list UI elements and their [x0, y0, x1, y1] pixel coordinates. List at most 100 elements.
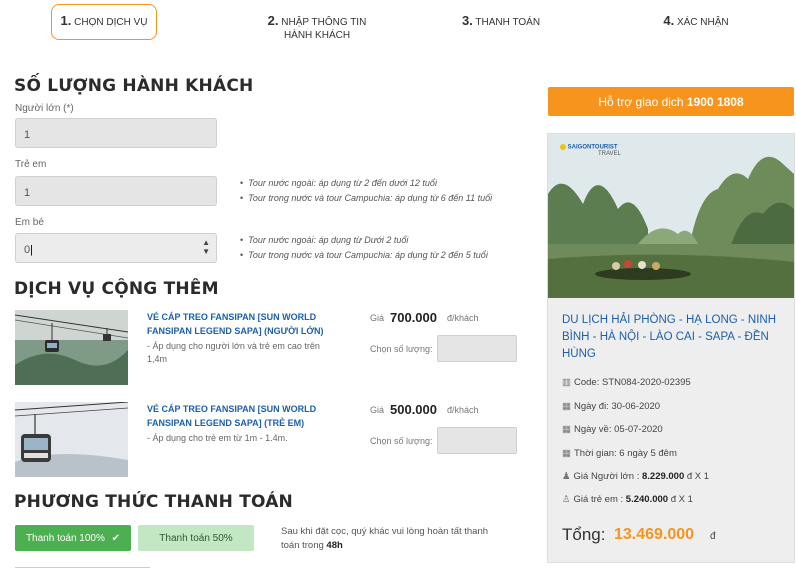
adult-price-value: 8.229.000	[641, 471, 685, 482]
adult-count-value: 1	[24, 129, 31, 141]
duration-value: 6 ngày 5 đêm	[619, 448, 677, 459]
extra-1-price: 700.000	[390, 310, 437, 325]
payment-heading: PHƯƠNG THỨC THANH TOÁN	[14, 492, 293, 512]
adult-price: ♟ Giá Người lớn : 8.229.000 đ X 1	[562, 471, 709, 482]
child-note-domestic: Tour trong nước và tour Campuchia: áp dụ…	[240, 191, 492, 206]
child-icon: ♙	[562, 494, 571, 505]
passengers-heading: SỐ LƯỢNG HÀNH KHÁCH	[14, 76, 254, 96]
child-label: Trẻ em	[15, 159, 47, 170]
logo-text: SAIGONTOURIST	[567, 144, 618, 151]
extra-1-price-label: Giá	[370, 313, 385, 323]
pay-full-label: Thanh toán 100%	[25, 533, 105, 544]
extra-1-qty-label: Chọn số lượng:	[370, 344, 433, 354]
child-age-notes: Tour nước ngoài: áp dụng từ 2 đến dưới 1…	[240, 176, 492, 206]
extra-1-qty-input[interactable]	[437, 335, 517, 362]
stepper-arrows-icon[interactable]: ▲ ▼	[202, 238, 210, 256]
adult-icon: ♟	[562, 471, 571, 482]
extra-2-desc-line1: - Áp dụng cho trẻ em từ 1m - 1.4m.	[147, 433, 288, 443]
step-label: NHẬP THÔNG TIN	[281, 17, 367, 28]
step-choose-service[interactable]: 1. CHỌN DỊCH VỤ	[51, 4, 157, 40]
extra-1-desc: - Áp dụng cho người lớn và trẻ em cao tr…	[147, 340, 320, 366]
infant-note-foreign: Tour nước ngoài: áp dụng từ Dưới 2 tuổi	[240, 233, 488, 248]
depart-value: 30-06-2020	[611, 401, 661, 412]
step-label: XÁC NHẬN	[676, 17, 729, 28]
step-payment[interactable]: 3. THANH TOÁN	[455, 14, 547, 50]
booking-steps: 1. CHỌN DỊCH VỤ 2. NHẬP THÔNG TIN HÀNH K…	[0, 0, 796, 48]
payment-note: Sau khi đặt cọc, quý khác vui lòng hoàn …	[281, 525, 488, 553]
divider	[15, 567, 150, 568]
return-date: ▦ Ngày về: 05-07-2020	[562, 424, 663, 435]
extra-2-unit: đ/khách	[447, 405, 479, 415]
calendar-icon: ▦	[562, 424, 571, 435]
adult-count-input[interactable]: 1	[15, 118, 217, 148]
code-value: STN084-2020-02395	[601, 377, 691, 388]
extra-2-title-line2: FANSIPAN LEGEND SAPA] (TRẺ EM)	[147, 418, 305, 428]
step-number: 2.	[267, 13, 279, 28]
step-passenger-info[interactable]: 2. NHẬP THÔNG TIN HÀNH KHÁCH	[258, 14, 376, 50]
infant-note-domestic: Tour trong nước và tour Campuchia: áp dụ…	[240, 248, 488, 263]
hotline-button[interactable]: Hỗ trợ giao dịch 1900 1808	[548, 87, 794, 116]
hotline-number: 1900 1808	[686, 95, 744, 109]
step-label: THANH TOÁN	[475, 17, 541, 28]
total-label: Tổng:	[562, 525, 606, 544]
extra-2-qty-label: Chọn số lượng:	[370, 436, 433, 446]
depart-date: ▦ Ngày đi: 30-06-2020	[562, 401, 660, 412]
payment-deadline: 48h	[326, 540, 343, 551]
pay-half-label: Thanh toán 50%	[159, 533, 233, 544]
extra-2-price-label: Giá	[370, 405, 385, 415]
adult-price-label: Giá Người lớn :	[573, 471, 642, 482]
duration-label: Thời gian:	[573, 448, 620, 459]
step-label-line2: HÀNH KHÁCH	[283, 30, 351, 41]
payment-note-line1: Sau khi đặt cọc, quý khác vui lòng hoàn …	[281, 526, 489, 537]
tour-title[interactable]: DU LỊCH HẢI PHÒNG - HẠ LONG - NINH BÌNH …	[562, 312, 784, 363]
duration: ▦ Thời gian: 6 ngày 5 đêm	[562, 448, 677, 459]
child-price: ♙ Giá trẻ em : 5.240.000 đ X 1	[562, 494, 693, 505]
adult-label: Người lớn (*)	[15, 103, 74, 114]
return-value: 05-07-2020	[614, 424, 663, 435]
step-number: 1.	[60, 13, 72, 28]
extra-1-desc-line1: - Áp dụng cho người lớn và trẻ em cao tr…	[147, 341, 320, 351]
cable-car-child-image	[15, 402, 128, 477]
infant-count-input[interactable]: 0| ▲ ▼	[15, 233, 217, 263]
step-number: 4.	[663, 13, 675, 28]
total-value: 13.469.000	[614, 526, 695, 543]
child-price-label: Giá trẻ em :	[573, 494, 626, 505]
extra-1-title-line1: VÉ CÁP TREO FANSIPAN [SUN WORLD	[147, 312, 317, 322]
extra-2-title-line1: VÉ CÁP TREO FANSIPAN [SUN WORLD	[147, 404, 317, 414]
infant-label: Em bé	[15, 217, 44, 228]
cable-car-adult-image	[15, 310, 128, 385]
depart-label: Ngày đi:	[573, 401, 612, 412]
extra-2-price: 500.000	[390, 402, 437, 417]
payment-note-line2: toán trong	[281, 540, 327, 551]
child-count-value: 1	[24, 187, 31, 199]
child-price-suffix: đ X 1	[668, 494, 693, 505]
extra-1-unit: đ/khách	[447, 313, 479, 323]
check-icon: ✔	[111, 533, 121, 544]
extra-1-desc-line2: 1,4m	[147, 354, 168, 364]
step-confirm[interactable]: 4. XÁC NHẬN	[655, 14, 737, 50]
pay-half-button[interactable]: Thanh toán 50%	[138, 525, 254, 551]
infant-age-notes: Tour nước ngoài: áp dụng từ Dưới 2 tuổi …	[240, 233, 488, 263]
tour-image: SAIGONTOURIST TRAVEL	[548, 134, 794, 298]
hotline-text: Hỗ trợ giao dịch	[598, 95, 687, 109]
pay-full-button[interactable]: Thanh toán 100% ✔	[15, 525, 131, 551]
step-label: CHỌN DỊCH VỤ	[74, 17, 148, 28]
code-label: Code:	[573, 377, 602, 388]
child-price-value: 5.240.000	[625, 494, 669, 505]
barcode-icon: ▥	[562, 377, 571, 388]
child-note-foreign: Tour nước ngoài: áp dụng từ 2 đến dưới 1…	[240, 176, 492, 191]
logo-sub: TRAVEL	[598, 150, 621, 157]
extras-heading: DỊCH VỤ CỘNG THÊM	[14, 279, 219, 299]
adult-price-suffix: đ X 1	[684, 471, 710, 482]
child-count-input[interactable]: 1	[15, 176, 217, 206]
extra-2-qty-input[interactable]	[437, 427, 517, 454]
extra-1-title[interactable]: VÉ CÁP TREO FANSIPAN [SUN WORLD FANSIPAN…	[147, 310, 324, 338]
extra-2-desc: - Áp dụng cho trẻ em từ 1m - 1.4m.	[147, 432, 288, 445]
extra-2-title[interactable]: VÉ CÁP TREO FANSIPAN [SUN WORLD FANSIPAN…	[147, 402, 316, 430]
step-number: 3.	[461, 13, 473, 28]
total-currency: đ	[710, 531, 716, 542]
saigontourist-logo: SAIGONTOURIST TRAVEL	[560, 144, 621, 157]
return-label: Ngày về:	[573, 424, 615, 435]
tour-summary-card: SAIGONTOURIST TRAVEL DU LỊCH HẢI PHÒNG -…	[547, 133, 795, 563]
tour-code: ▥ Code: STN084-2020-02395	[562, 377, 691, 388]
